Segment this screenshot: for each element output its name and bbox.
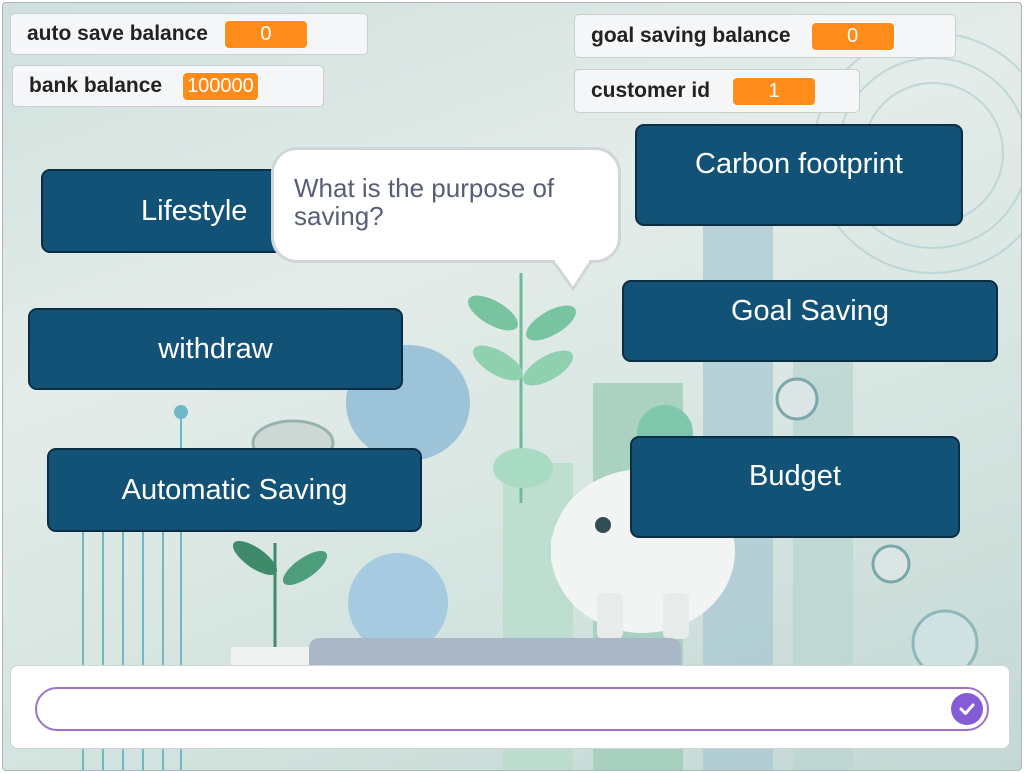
monitor-label: customer id xyxy=(591,79,711,102)
speech-bubble-text: What is the purpose of saving? xyxy=(294,173,555,231)
monitor-value: 0 xyxy=(223,19,308,49)
submit-button[interactable] xyxy=(951,693,983,725)
stage: auto save balance 0 bank balance 100000 … xyxy=(2,2,1022,771)
answer-input[interactable] xyxy=(35,687,989,731)
monitor-value: 1 xyxy=(732,76,817,106)
monitor-label: goal saving balance xyxy=(591,24,791,47)
withdraw-button[interactable]: withdraw xyxy=(28,308,403,390)
check-icon xyxy=(958,700,976,718)
monitor-bank-balance: bank balance 100000 xyxy=(12,65,324,107)
automatic-saving-button[interactable]: Automatic Saving xyxy=(47,448,422,532)
speech-bubble: What is the purpose of saving? xyxy=(271,147,621,263)
budget-button[interactable]: Budget xyxy=(630,436,960,538)
monitor-label: auto save balance xyxy=(27,22,208,45)
carbon-footprint-button[interactable]: Carbon footprint xyxy=(635,124,963,226)
monitor-goal-saving-balance: goal saving balance 0 xyxy=(574,14,956,58)
monitor-value: 100000 xyxy=(182,71,259,101)
goal-saving-button[interactable]: Goal Saving xyxy=(622,280,998,362)
monitor-customer-id: customer id 1 xyxy=(574,69,860,113)
speech-bubble-tail xyxy=(551,259,593,291)
monitor-value: 0 xyxy=(810,21,895,51)
monitor-auto-save-balance: auto save balance 0 xyxy=(10,13,368,55)
monitor-label: bank balance xyxy=(29,74,163,97)
ask-panel xyxy=(10,665,1010,749)
